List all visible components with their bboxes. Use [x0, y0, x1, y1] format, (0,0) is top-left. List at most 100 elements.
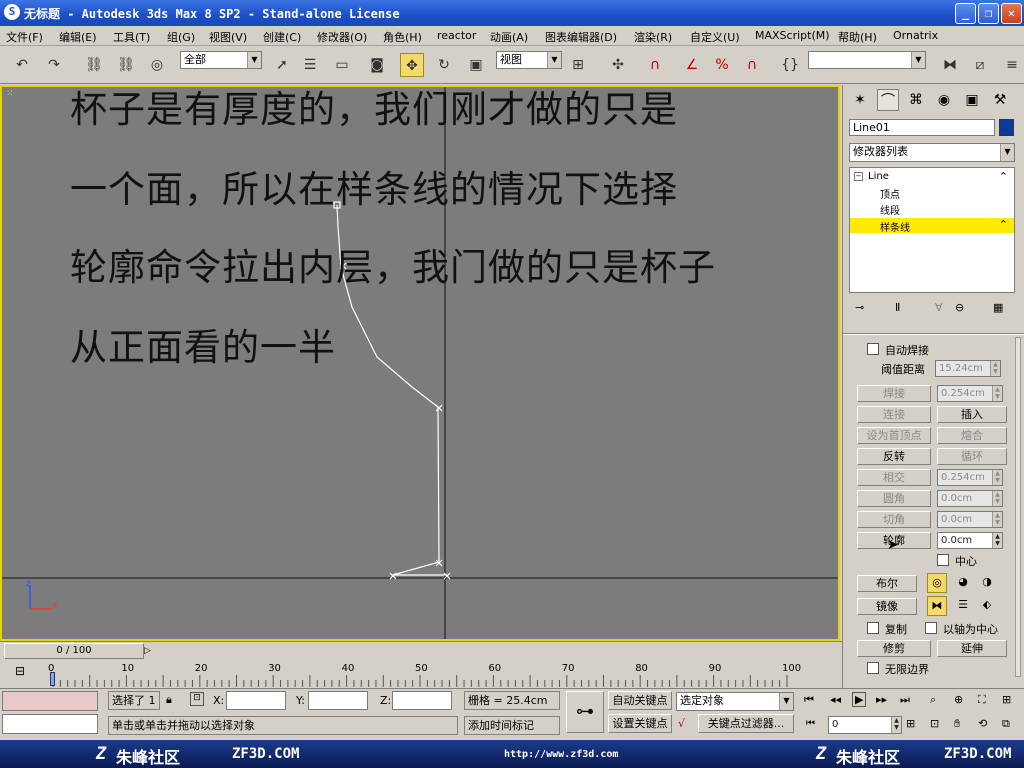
redo-icon[interactable]: ↷: [42, 53, 66, 77]
menu-modifiers[interactable]: 修改器(O): [317, 29, 367, 45]
rectangular-selection-icon[interactable]: ▭: [330, 53, 354, 77]
stack-item-segment[interactable]: 线段: [880, 202, 900, 217]
select-by-name-icon[interactable]: ☰: [298, 53, 322, 77]
object-name-field[interactable]: Line01: [849, 119, 995, 136]
maxscript-listener-white[interactable]: [2, 714, 98, 734]
menu-edit[interactable]: 编辑(E): [59, 29, 97, 45]
copy-checkbox[interactable]: [867, 622, 879, 634]
rotate-icon[interactable]: ↻: [432, 53, 456, 77]
stack-item-vertex[interactable]: 顶点: [880, 186, 900, 201]
selection-filter-dropdown[interactable]: 全部 ▼: [180, 51, 262, 69]
cross-insert-spinner[interactable]: 0.254cm ▲ ▼: [937, 469, 1003, 486]
absolute-mode-icon[interactable]: ⊡: [190, 692, 204, 706]
stack-item-spline-selected[interactable]: 样条线 ⌃: [850, 218, 1014, 234]
menu-tools[interactable]: 工具(T): [113, 29, 150, 45]
next-frame-icon[interactable]: ▸▸: [876, 693, 887, 706]
mirror-vertical-icon[interactable]: ☰: [953, 596, 973, 616]
menu-animation[interactable]: 动画(A): [490, 29, 528, 45]
track-view-icon[interactable]: ⊟: [10, 664, 30, 682]
mirror-both-icon[interactable]: ⬖: [977, 596, 997, 616]
menu-rendering[interactable]: 渲染(R): [634, 29, 672, 45]
trim-button[interactable]: 修剪: [857, 640, 931, 657]
infinite-bounds-checkbox[interactable]: [867, 662, 879, 674]
link-icon[interactable]: ⛓: [82, 53, 106, 77]
about-pivot-checkbox[interactable]: [925, 622, 937, 634]
menu-character[interactable]: 角色(H): [383, 29, 422, 45]
snap-toggle-icon[interactable]: ∩: [643, 53, 667, 77]
boolean-union-icon[interactable]: ◎: [927, 573, 947, 593]
mirror-icon[interactable]: ⧓: [938, 53, 962, 77]
menu-create[interactable]: 创建(C): [263, 29, 301, 45]
default-key-button[interactable]: ⊶: [566, 691, 604, 733]
fillet-spinner[interactable]: 0.0cm ▲ ▼: [937, 490, 1003, 507]
cross-insert-button[interactable]: 相交: [857, 469, 931, 486]
align-icon[interactable]: ⧄: [968, 53, 992, 77]
move-icon[interactable]: ✥: [400, 53, 424, 77]
cycle-button[interactable]: 循环: [937, 448, 1007, 465]
insert-button[interactable]: 插入: [937, 406, 1007, 423]
lock-icon[interactable]: 🔒︎: [166, 693, 172, 707]
utilities-tab-icon[interactable]: ⚒: [989, 89, 1011, 111]
chamfer-spinner[interactable]: 0.0cm ▲ ▼: [937, 511, 1003, 528]
menu-customize[interactable]: 自定义(U): [690, 29, 740, 45]
edit-named-selection-icon[interactable]: {}: [778, 53, 802, 77]
threshold-spinner[interactable]: 15.24cm ▲ ▼: [935, 360, 1001, 377]
key-tangent-icon[interactable]: √: [678, 717, 685, 730]
percent-snap-icon[interactable]: %: [710, 53, 734, 77]
show-end-result-icon[interactable]: Ⅱ: [895, 301, 900, 314]
angle-snap-icon[interactable]: ∠: [680, 53, 704, 77]
display-tab-icon[interactable]: ▣: [961, 89, 983, 111]
current-frame-spinner[interactable]: 0 ▲ ▼: [828, 716, 902, 734]
modifier-list-dropdown[interactable]: 修改器列表 ▼: [849, 143, 1015, 162]
motion-tab-icon[interactable]: ◉: [933, 89, 955, 111]
configure-sets-icon[interactable]: ▦: [993, 301, 1003, 314]
menu-file[interactable]: 文件(F): [6, 29, 43, 45]
boolean-intersect-icon[interactable]: ◑: [977, 573, 997, 593]
key-filters-button[interactable]: 关键点过滤器...: [698, 714, 794, 733]
fuse-button[interactable]: 熔合: [937, 427, 1007, 444]
play-icon[interactable]: ▶: [852, 692, 867, 707]
key-mode-dropdown[interactable]: 选定对象 ▼: [676, 692, 794, 711]
connect-button[interactable]: 连接: [857, 406, 931, 423]
boolean-subtract-icon[interactable]: ◕: [953, 573, 973, 593]
mirror-button[interactable]: 镜像: [857, 598, 917, 615]
key-mode-toggle-icon[interactable]: ⏮: [806, 718, 815, 729]
modify-tab-icon[interactable]: ⌒: [877, 89, 899, 111]
auto-key-button[interactable]: 自动关键点: [608, 691, 672, 710]
menu-maxscript[interactable]: MAXScript(M): [755, 29, 830, 42]
maximize-viewport-icon[interactable]: ⧉: [1002, 717, 1010, 731]
set-key-button[interactable]: 设置关键点: [608, 714, 672, 733]
menu-views[interactable]: 视图(V): [209, 29, 247, 45]
create-tab-icon[interactable]: ✶: [849, 89, 871, 111]
weld-button[interactable]: 焊接: [857, 385, 931, 402]
zoom-extents-icon[interactable]: ⛶: [978, 693, 986, 707]
select-manipulate-icon[interactable]: ✣: [606, 53, 630, 77]
menu-help[interactable]: 帮助(H): [838, 29, 877, 45]
select-arrow-icon[interactable]: ➚: [270, 53, 294, 77]
remove-modifier-icon[interactable]: ⊖: [955, 301, 964, 314]
boolean-button[interactable]: 布尔: [857, 575, 917, 592]
pan-icon[interactable]: ✋︎: [954, 717, 960, 731]
zoom-extents-all-icon[interactable]: ⊞: [1002, 693, 1011, 706]
mirror-horizontal-icon[interactable]: ⧓: [927, 596, 947, 616]
chamfer-button[interactable]: 切角: [857, 511, 931, 528]
maxscript-listener-pink[interactable]: [2, 691, 98, 711]
close-button[interactable]: ✕: [1001, 3, 1022, 24]
go-to-end-icon[interactable]: ⏭: [900, 693, 910, 707]
scale-icon[interactable]: ▣: [464, 53, 488, 77]
weld-spinner[interactable]: 0.254cm ▲ ▼: [937, 385, 1003, 402]
center-checkbox[interactable]: [937, 554, 949, 566]
time-slider-handle[interactable]: 0 / 100: [4, 643, 144, 659]
pin-stack-icon[interactable]: ⊸: [855, 301, 864, 314]
window-crossing-icon[interactable]: ◙: [365, 53, 389, 77]
menu-reactor[interactable]: reactor: [437, 29, 476, 42]
auto-weld-checkbox[interactable]: [867, 343, 879, 355]
make-unique-icon[interactable]: ∀: [935, 301, 943, 314]
layer-icon[interactable]: ≡: [1000, 53, 1024, 77]
named-selection-dropdown[interactable]: ▼: [808, 51, 926, 69]
outline-spinner[interactable]: 0.0cm ▲ ▼: [937, 532, 1003, 549]
front-viewport[interactable]: 杯子是有厚度的，我们刚才做的只是 一个面，所以在样条线的情况下选择 轮廓命令拉出…: [0, 85, 840, 641]
unlink-icon[interactable]: ⛓: [114, 53, 138, 77]
time-slider-track[interactable]: 0 / 100 ▷: [0, 641, 842, 660]
pivot-center-icon[interactable]: ⊞: [566, 53, 590, 77]
